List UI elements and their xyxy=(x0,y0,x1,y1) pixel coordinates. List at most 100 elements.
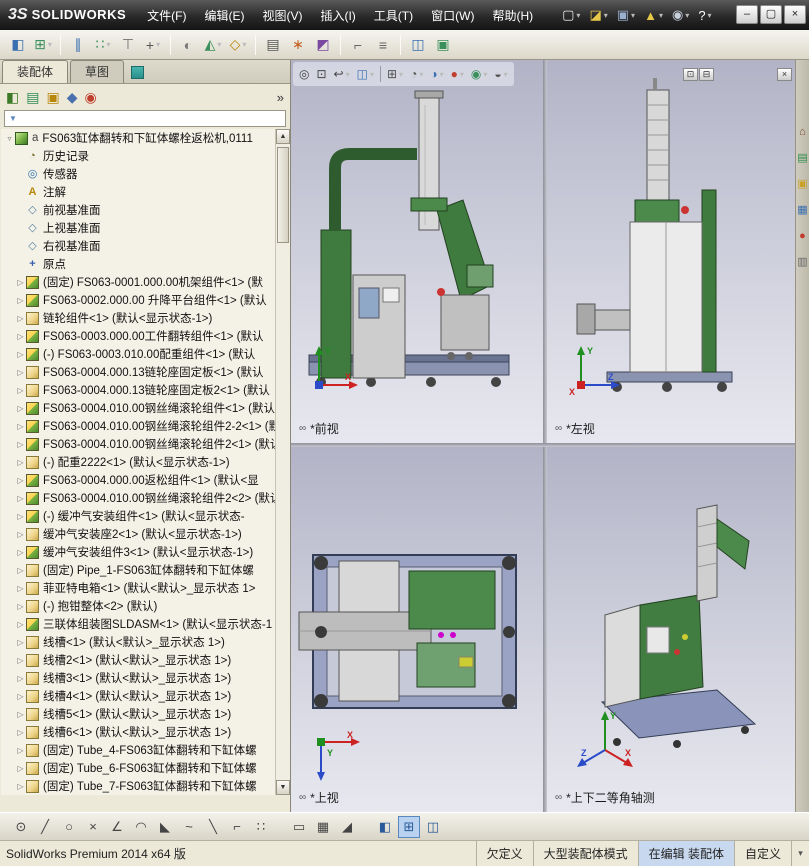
propertymanager-button[interactable]: ▤ xyxy=(26,89,39,106)
viewport-front[interactable]: ◎ ⊡ ↩ ▾ ◫ ▾ ⊞ ▾ ◔ ▾ ◑ ▾ ● ▾ ◉ ▾ ◒ ▾ Y X ∞ *前视 xyxy=(291,60,543,443)
expander-icon[interactable]: ▷ xyxy=(15,332,26,341)
tree-item[interactable]: ▷ 缓冲气安装座2<1> (默认<显示状态-1>) xyxy=(1,525,276,543)
menu-window[interactable]: 窗口(W) xyxy=(422,3,483,28)
tree-item[interactable]: ▷ FS063-0004.000.13链轮座固定板2<1> (默认 xyxy=(1,381,276,399)
mate-button[interactable]: ∥ xyxy=(66,33,90,57)
options-gear-button[interactable]: ◉ ▾ xyxy=(668,4,693,26)
section-view-button[interactable]: ◫ ▾ xyxy=(354,64,377,84)
tree-item[interactable]: ▷ 线槽<1> (默认<默认>_显示状态 1>) xyxy=(1,633,276,651)
move-component-button[interactable]: + ▾ xyxy=(141,33,165,57)
expander-icon[interactable]: ▷ xyxy=(15,656,26,665)
tree-item[interactable]: ▷ 缓冲气安装组件3<1> (默认<显示状态-1>) xyxy=(1,543,276,561)
sketch-angle-button[interactable]: ∠ xyxy=(106,816,128,838)
expander-icon[interactable]: ▷ xyxy=(15,602,26,611)
sketch-arc-button[interactable]: ◠ xyxy=(130,816,152,838)
menu-help[interactable]: 帮助(H) xyxy=(483,3,542,28)
display-style-button[interactable]: ◔ ▾ xyxy=(407,64,426,84)
smart-fasteners-button[interactable]: ⊤ xyxy=(116,33,140,57)
sketch-fillet-button[interactable]: ◣ xyxy=(154,816,176,838)
expander-icon[interactable]: ▷ xyxy=(15,710,26,719)
minimize-button[interactable]: – xyxy=(736,5,758,24)
tree-item[interactable]: ▷ 三联体组装图SLDASM<1> (默认<显示状态-1 xyxy=(1,615,276,633)
sketch-dimension-button[interactable]: ⌐ xyxy=(226,816,248,838)
expander-icon[interactable]: ▷ xyxy=(15,494,26,503)
expander-icon[interactable]: ▿ xyxy=(4,134,15,143)
expander-icon[interactable]: ▷ xyxy=(15,782,26,791)
tree-item[interactable]: A 注解 xyxy=(1,183,276,201)
tree-item[interactable]: ◇ 前视基准面 xyxy=(1,201,276,219)
expander-icon[interactable]: ▷ xyxy=(15,458,26,467)
bill-of-materials-button[interactable]: ▤ xyxy=(261,33,285,57)
expander-icon[interactable]: ▷ xyxy=(15,746,26,755)
appearances-scenes-icon[interactable]: ● xyxy=(799,230,806,242)
expander-icon[interactable]: ▷ xyxy=(15,674,26,683)
expander-icon[interactable]: ▷ xyxy=(15,422,26,431)
expander-icon[interactable]: ▷ xyxy=(15,692,26,701)
sketch-point-button[interactable]: ⊙ xyxy=(10,816,32,838)
sketch-pattern-button[interactable]: ∷ xyxy=(250,816,272,838)
tree-item-root[interactable]: ▿ a FS063缸体翻转和下缸体螺栓返松机,0111 xyxy=(1,129,276,147)
expander-icon[interactable]: ▷ xyxy=(15,440,26,449)
tree-item[interactable]: + 原点 xyxy=(1,255,276,273)
expander-icon[interactable]: ▷ xyxy=(15,638,26,647)
expander-icon[interactable]: ▷ xyxy=(15,314,26,323)
rebuild-alert-button[interactable]: ▲ ▾ xyxy=(640,4,667,26)
apply-scene-button[interactable]: ◉ ▾ xyxy=(468,64,491,84)
show-hidden-components-button[interactable]: ◐ xyxy=(176,33,200,57)
reference-geometry-button[interactable]: ◇ ▾ xyxy=(226,33,250,57)
viewport-splitter-vertical[interactable] xyxy=(543,60,547,812)
status-dropdown-icon[interactable]: ▾ xyxy=(791,841,809,866)
sketch-line-button[interactable]: ╱ xyxy=(34,816,56,838)
solidworks-resources-icon[interactable]: ⌂ xyxy=(799,126,806,138)
zoom-to-area-button[interactable]: ⊡ xyxy=(313,64,329,84)
grid-system-button[interactable]: ▦ xyxy=(312,816,334,838)
tree-item[interactable]: ▷ FS063-0004.010.00钢丝绳滚轮组件2<2> (默认 xyxy=(1,489,276,507)
view-orientation-button[interactable]: ⊞ ▾ xyxy=(384,64,406,84)
scroll-down-icon[interactable]: ▼ xyxy=(276,780,290,795)
tree-item[interactable]: ▷ 线槽4<1> (默认<默认>_显示状态 1>) xyxy=(1,687,276,705)
tree-item[interactable]: ▷ FS063-0004.000.00返松组件<1> (默认<显 xyxy=(1,471,276,489)
sketch-trim-button[interactable]: × xyxy=(82,816,104,838)
previous-view-button[interactable]: ↩ ▾ xyxy=(331,64,353,84)
sketch-spline-button[interactable]: ~ xyxy=(178,816,200,838)
viewport-top[interactable]: X Y ∞ *上视 xyxy=(291,447,543,812)
expander-icon[interactable]: ▷ xyxy=(15,530,26,539)
tree-item[interactable]: ◇ 右视基准面 xyxy=(1,237,276,255)
tree-item[interactable]: ▷ 链轮组件<1> (默认<显示状态-1>) xyxy=(1,309,276,327)
edit-appearance-button[interactable]: ● ▾ xyxy=(448,64,467,84)
panel-expand-chevron[interactable]: » xyxy=(277,90,284,105)
dimxpertmanager-button[interactable]: ◆ xyxy=(67,89,78,106)
save-button[interactable]: ▣ ▾ xyxy=(613,4,639,26)
interference-detection-button[interactable]: ◩ xyxy=(311,33,335,57)
instant3d-button[interactable]: ◢ xyxy=(336,816,358,838)
tree-item[interactable]: ▷ (-) FS063-0003.010.00配重组件<1> (默认 xyxy=(1,345,276,363)
menu-tools[interactable]: 工具(T) xyxy=(365,3,422,28)
section-view-button[interactable]: ◫ xyxy=(406,33,430,57)
hide-show-items-button[interactable]: ◑ ▾ xyxy=(427,64,446,84)
menu-insert[interactable]: 插入(I) xyxy=(311,3,364,28)
component-pattern-button[interactable]: ∷ ▾ xyxy=(91,33,115,57)
expander-icon[interactable]: ▷ xyxy=(15,764,26,773)
close-viewport-button[interactable]: × xyxy=(777,68,792,81)
menu-file[interactable]: 文件(F) xyxy=(138,3,195,28)
tree-item[interactable]: ▷ 菲亚特电箱<1> (默认<默认>_显示状态 1> xyxy=(1,579,276,597)
tree-item[interactable]: ▷ FS063-0004.010.00钢丝绳滚轮组件<1> (默认 xyxy=(1,399,276,417)
help-button[interactable]: ? ▾ xyxy=(694,4,715,26)
tree-scrollbar[interactable]: ▲ ▼ xyxy=(275,129,290,795)
sketch-mirror-button[interactable]: ╲ xyxy=(202,816,224,838)
design-library-icon[interactable]: ▤ xyxy=(797,152,807,164)
tree-item[interactable]: ▷ 线槽3<1> (默认<默认>_显示状态 1>) xyxy=(1,669,276,687)
viewport-left[interactable]: Y Z X ∞ *左视 xyxy=(547,60,795,443)
panel-extra-tab[interactable] xyxy=(131,66,145,79)
insert-component-button[interactable]: ⊞ ▾ xyxy=(31,33,55,57)
screen-capture-button[interactable]: ▣ xyxy=(431,33,455,57)
expander-icon[interactable]: ▷ xyxy=(15,278,26,287)
tab-assembly[interactable]: 装配体 xyxy=(2,60,69,83)
mass-properties-button[interactable]: ≡ xyxy=(371,33,395,57)
file-explorer-icon[interactable]: ▣ xyxy=(797,178,807,190)
tree-item[interactable]: ▷ FS063-0004.010.00钢丝绳滚轮组件2<1> (默认 xyxy=(1,435,276,453)
assembly-features-button[interactable]: ◭ ▾ xyxy=(201,33,225,57)
tree-item[interactable]: ▷ 线槽5<1> (默认<默认>_显示状态 1>) xyxy=(1,705,276,723)
expander-icon[interactable]: ▷ xyxy=(15,404,26,413)
tree-item[interactable]: ▷ (固定) Tube_6-FS063缸体翻转和下缸体螺 xyxy=(1,759,276,777)
